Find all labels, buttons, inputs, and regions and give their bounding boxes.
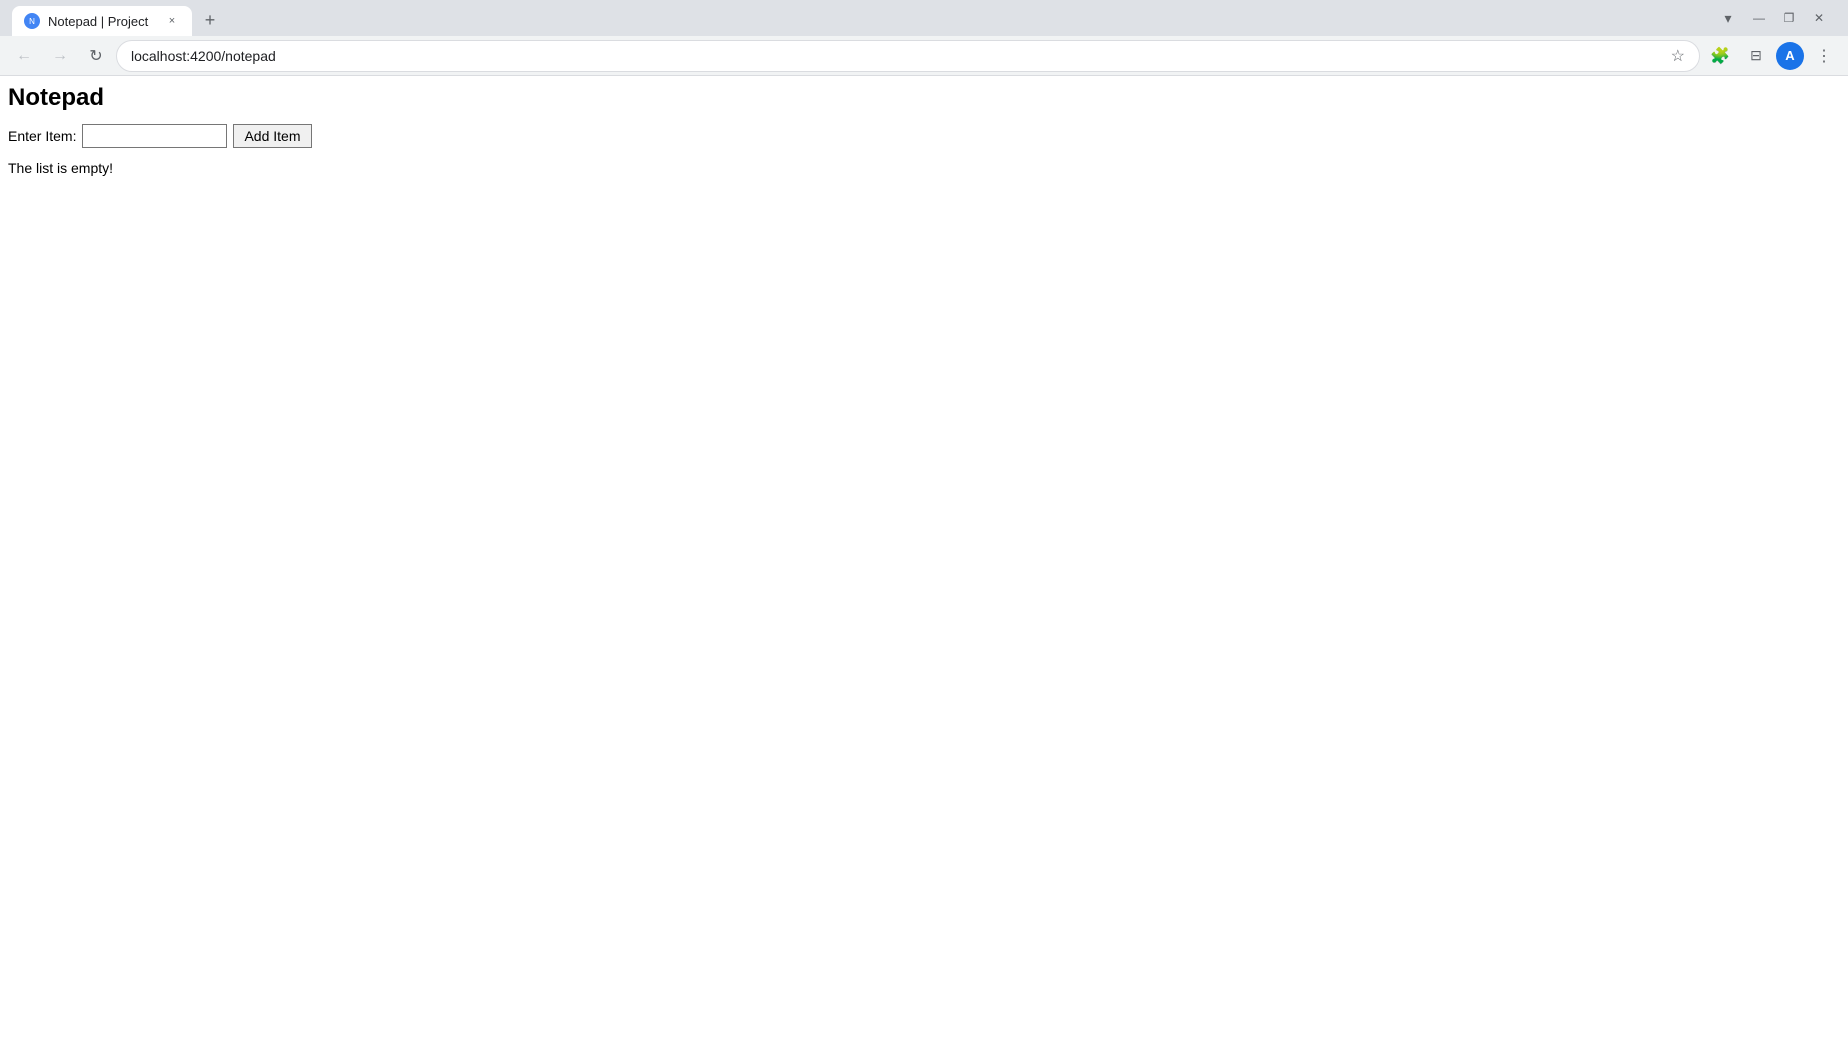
- active-tab[interactable]: N Notepad | Project ×: [12, 6, 192, 36]
- enter-item-label: Enter Item:: [8, 128, 76, 144]
- tab-dropdown-button[interactable]: ▾: [1714, 4, 1742, 32]
- bookmark-icon[interactable]: ☆: [1671, 46, 1685, 66]
- toolbar-right: 🧩 ⊟ A ⋮: [1704, 40, 1840, 72]
- window-close-button[interactable]: ✕: [1806, 5, 1832, 31]
- empty-message: The list is empty!: [8, 160, 1840, 176]
- menu-icon: ⋮: [1816, 46, 1832, 66]
- browser-toolbar: ← → ↻ localhost:4200/notepad ☆ 🧩 ⊟ A ⋮: [0, 36, 1848, 76]
- reload-button[interactable]: ↻: [80, 40, 112, 72]
- enter-item-input[interactable]: [82, 124, 227, 148]
- menu-button[interactable]: ⋮: [1808, 40, 1840, 72]
- address-bar[interactable]: localhost:4200/notepad ☆: [116, 40, 1700, 72]
- tab-close-button[interactable]: ×: [164, 13, 180, 29]
- browser-title-bar: N Notepad | Project × + ▾ — ❐ ✕: [0, 0, 1848, 36]
- extensions-button[interactable]: 🧩: [1704, 40, 1736, 72]
- browser-tab-strip: N Notepad | Project × +: [8, 0, 224, 36]
- forward-button[interactable]: →: [44, 40, 76, 72]
- window-controls: ▾ — ❐ ✕: [1714, 4, 1840, 32]
- tab-title: Notepad | Project: [48, 14, 156, 29]
- enter-item-form: Enter Item: Add Item: [8, 124, 1840, 148]
- address-text: localhost:4200/notepad: [131, 48, 1663, 64]
- sidebar-button[interactable]: ⊟: [1740, 40, 1772, 72]
- extensions-icon: 🧩: [1710, 46, 1730, 66]
- browser-chrome: N Notepad | Project × + ▾ — ❐ ✕ ← → ↻ lo…: [0, 0, 1848, 76]
- page-title: Notepad: [8, 84, 1840, 112]
- new-tab-button[interactable]: +: [196, 6, 224, 34]
- add-item-button[interactable]: Add Item: [233, 124, 311, 148]
- sidebar-icon: ⊟: [1750, 47, 1762, 64]
- back-button[interactable]: ←: [8, 40, 40, 72]
- tab-favicon: N: [24, 13, 40, 29]
- page-content: Notepad Enter Item: Add Item The list is…: [0, 76, 1848, 184]
- profile-avatar[interactable]: A: [1776, 42, 1804, 70]
- minimize-button[interactable]: —: [1746, 5, 1772, 31]
- restore-button[interactable]: ❐: [1776, 5, 1802, 31]
